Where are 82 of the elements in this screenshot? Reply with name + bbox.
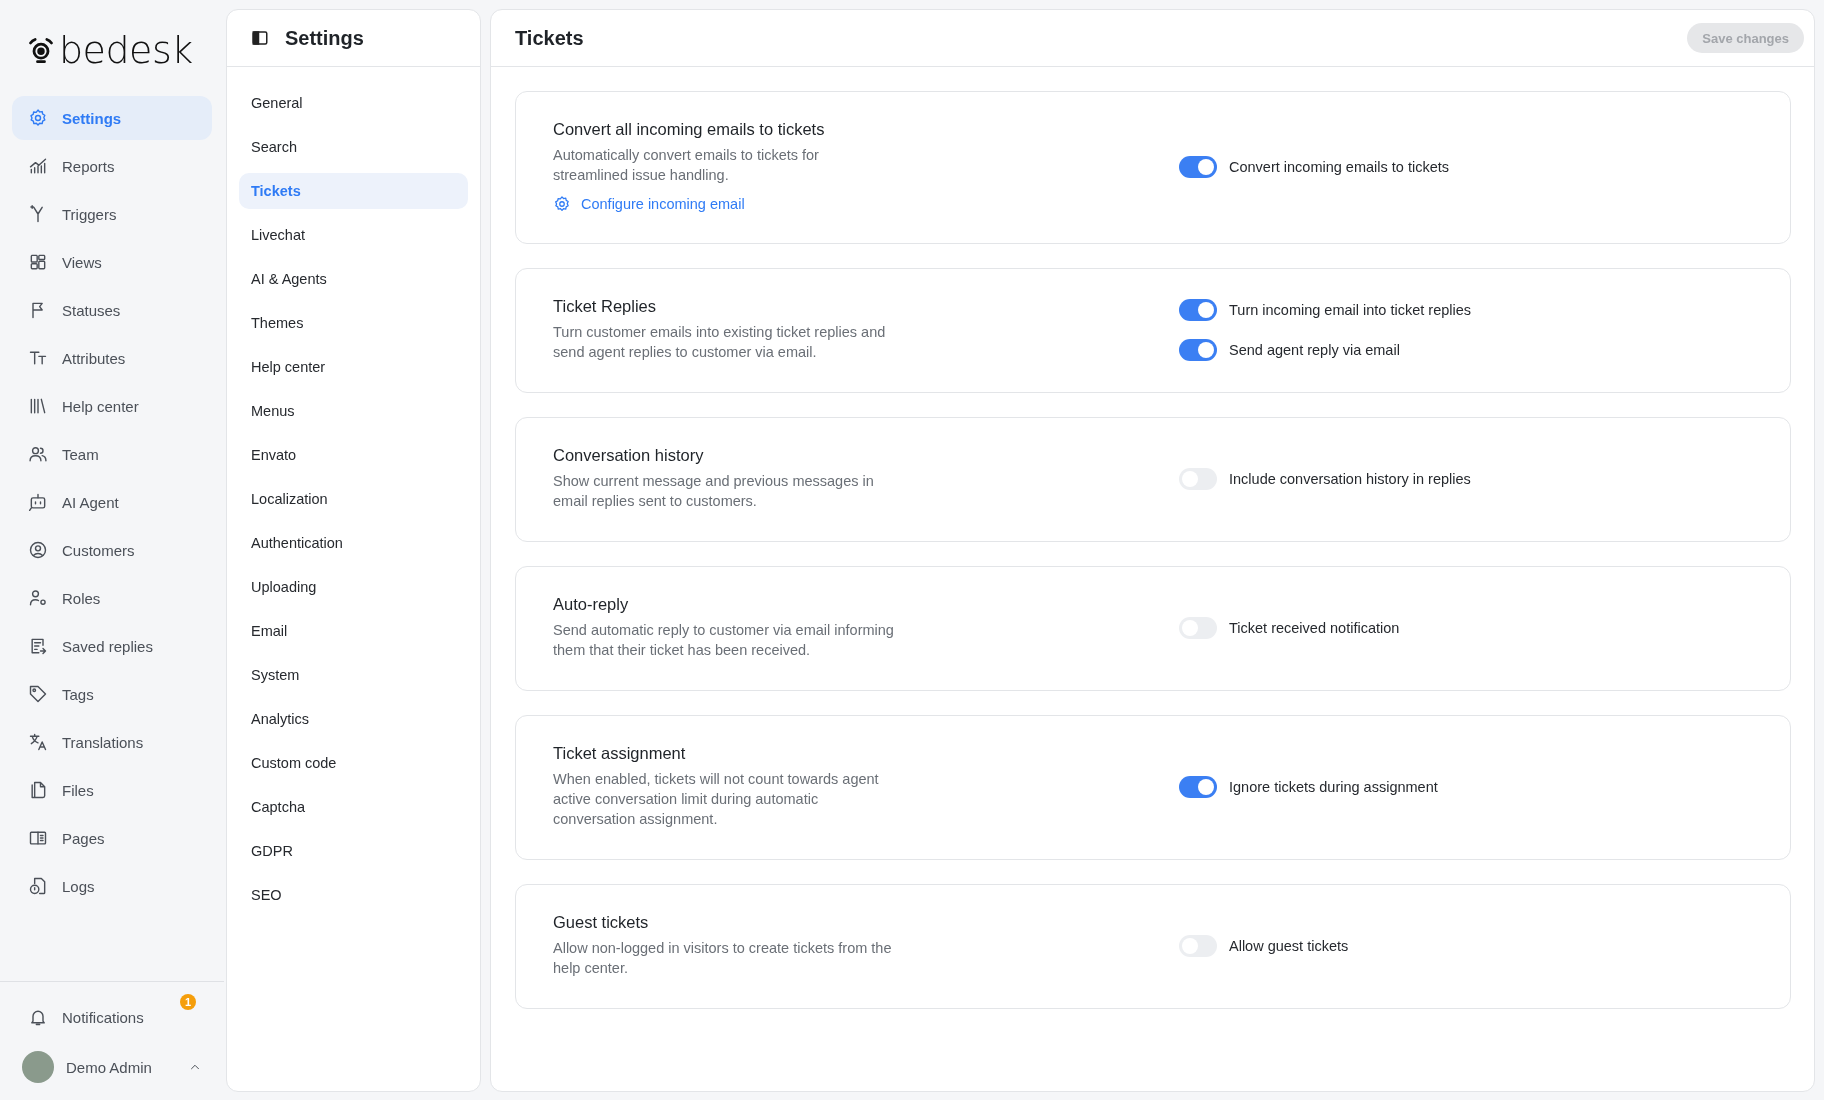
toggle-label: Send agent reply via email: [1229, 341, 1400, 358]
settings-nav-item[interactable]: General: [239, 85, 468, 121]
toggle-label: Include conversation history in replies: [1229, 470, 1471, 487]
card-title: Convert all incoming emails to tickets: [553, 120, 826, 139]
card-description: Allow non-logged in visitors to create tickets from the help center.: [553, 939, 893, 978]
settings-nav-item[interactable]: Email: [239, 613, 468, 649]
sidebar-item[interactable]: Pages: [12, 816, 212, 860]
settings-nav-item[interactable]: SEO: [239, 877, 468, 913]
sidebar-item[interactable]: Logs: [12, 864, 212, 908]
sidebar-item[interactable]: AI Agent: [12, 480, 212, 524]
page-icon: [28, 828, 48, 848]
file-clock-icon: [28, 876, 48, 896]
card-description: Send automatic reply to customer via email informing them that their ticket has been received.: [553, 621, 895, 660]
sidebar-item[interactable]: Files: [12, 768, 212, 812]
settings-nav-item[interactable]: Analytics: [239, 701, 468, 737]
bar-chart-icon: [28, 156, 48, 176]
toggle-label: Ignore tickets during assignment: [1229, 778, 1438, 795]
notification-count-badge: 1: [180, 994, 196, 1010]
settings-nav-item[interactable]: Menus: [239, 393, 468, 429]
toggle-switch[interactable]: [1179, 338, 1217, 361]
toggle-label: Ticket received notification: [1229, 619, 1400, 636]
sidebar-item[interactable]: Team: [12, 432, 212, 476]
settings-nav-item[interactable]: Search: [239, 129, 468, 165]
sidebar-item[interactable]: Help center: [12, 384, 212, 428]
sidebar-item[interactable]: Translations: [12, 720, 212, 764]
settings-nav-item[interactable]: Custom code: [239, 745, 468, 781]
settings-nav-item[interactable]: Livechat: [239, 217, 468, 253]
card-description: Automatically convert emails to tickets for streamlined issue handling.: [553, 146, 820, 185]
files-icon: [28, 780, 48, 800]
sidebar-item[interactable]: Views: [12, 240, 212, 284]
card-description: Show current message and previous messages in email replies sent to customers.: [553, 472, 875, 511]
gear-icon: [553, 195, 571, 213]
card-title: Ticket assignment: [553, 744, 687, 763]
avatar: [22, 1051, 54, 1083]
sidebar-toggle-icon[interactable]: [251, 29, 269, 47]
settings-nav-item[interactable]: Authentication: [239, 525, 468, 561]
settings-nav-item[interactable]: System: [239, 657, 468, 693]
translate-icon: [28, 732, 48, 752]
toggle-label: Allow guest tickets: [1229, 937, 1349, 954]
toggle-switch[interactable]: [1179, 155, 1217, 178]
settings-nav-item[interactable]: Captcha: [239, 789, 468, 825]
robot-icon: [28, 492, 48, 512]
card-title: Ticket Replies: [553, 297, 657, 316]
user-menu[interactable]: Demo Admin: [12, 1048, 212, 1086]
page-title: Tickets: [515, 26, 584, 50]
settings-nav-item[interactable]: Themes: [239, 305, 468, 341]
user-gear-icon: [28, 588, 48, 608]
tag-icon: [28, 684, 48, 704]
toggle-switch[interactable]: [1179, 298, 1217, 321]
sidebar-item[interactable]: Attributes: [12, 336, 212, 380]
toggle-switch[interactable]: [1179, 775, 1217, 798]
settings-nav-item[interactable]: Help center: [239, 349, 468, 385]
list-icon: [28, 636, 48, 656]
people-icon: [28, 444, 48, 464]
card-description: Turn customer emails into existing ticket replies and send agent replies to customer via email.: [553, 323, 887, 362]
card-description: When enabled, tickets will not count towards agent active conversation limit during automatic conversation assignment.: [553, 770, 880, 829]
sidebar-item[interactable]: Triggers: [12, 192, 212, 236]
settings-nav-item[interactable]: Uploading: [239, 569, 468, 605]
sidebar-item[interactable]: Roles: [12, 576, 212, 620]
settings-nav-item[interactable]: Envato: [239, 437, 468, 473]
card-title: Conversation history: [553, 446, 705, 465]
sidebar-item[interactable]: Saved replies: [12, 624, 212, 668]
sidebar-item[interactable]: Statuses: [12, 288, 212, 332]
sidebar-item[interactable]: Tags: [12, 672, 212, 716]
logo-icon: [27, 36, 55, 64]
settings-nav-item[interactable]: GDPR: [239, 833, 468, 869]
gear-icon: [28, 108, 48, 128]
card-title: Guest tickets: [553, 913, 650, 932]
configure-link[interactable]: Configure incoming email: [553, 195, 1179, 213]
settings-nav-item[interactable]: Tickets: [239, 173, 468, 209]
brand-name: bedesk: [59, 28, 193, 72]
toggle-label: Turn incoming email into ticket replies: [1229, 301, 1472, 318]
panel-title: Settings: [285, 26, 364, 50]
sidebar-item[interactable]: Customers: [12, 528, 212, 572]
card-title: Auto-reply: [553, 595, 630, 614]
toggle-label: Convert incoming emails to tickets: [1229, 158, 1449, 175]
settings-nav-item[interactable]: Localization: [239, 481, 468, 517]
sidebar-item[interactable]: Reports: [12, 144, 212, 188]
grid-icon: [28, 252, 48, 272]
books-icon: [28, 396, 48, 416]
user-circle-icon: [28, 540, 48, 560]
settings-nav-item[interactable]: AI & Agents: [239, 261, 468, 297]
